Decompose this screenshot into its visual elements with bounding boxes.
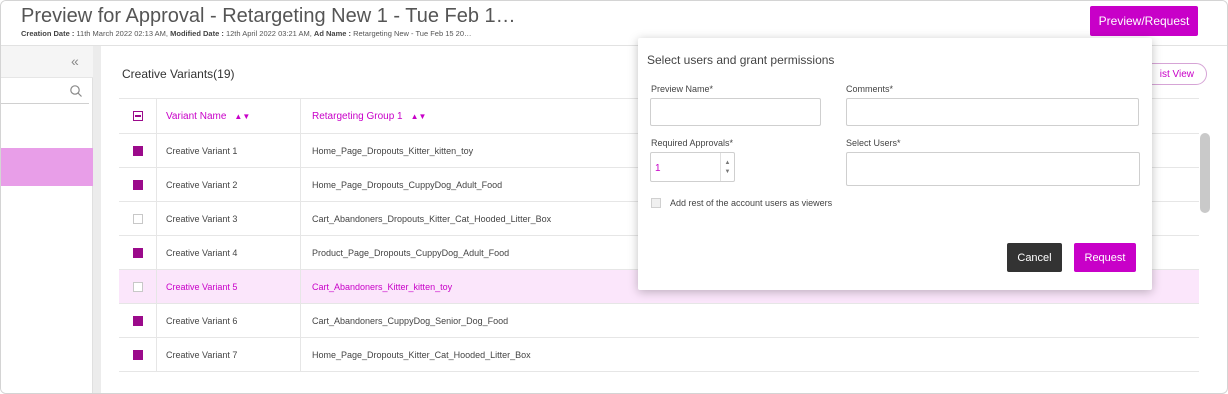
preview-name-field[interactable]: [650, 98, 821, 126]
column-header-retargeting-group-label: Retargeting Group 1: [312, 110, 403, 122]
modified-date-label: Modified Date :: [170, 29, 224, 38]
page-meta: Creation Date : 11th March 2022 02:13 AM…: [21, 29, 472, 38]
row-checkbox-cell: [119, 134, 157, 167]
required-approvals-stepper[interactable]: 1 ▲ ▼: [650, 152, 735, 182]
row-checkbox-cell: [119, 270, 157, 303]
variant-name-cell[interactable]: Creative Variant 2: [157, 168, 301, 201]
chevron-up-icon[interactable]: ▲: [725, 160, 731, 166]
retargeting-group-cell[interactable]: Home_Page_Dropouts_Kitter_Cat_Hooded_Lit…: [301, 338, 1199, 371]
table-row[interactable]: Creative Variant 6 Cart_Abandoners_CuppyD…: [119, 304, 1199, 338]
retargeting-group-cell[interactable]: Cart_Abandoners_CuppyDog_Senior_Dog_Food: [301, 304, 1199, 337]
modified-date-value: 12th April 2022 03:21 AM,: [223, 29, 314, 38]
row-checkbox-cell: [119, 202, 157, 235]
creation-date-value: 11th March 2022 02:13 AM,: [74, 29, 171, 38]
cancel-button[interactable]: Cancel: [1007, 243, 1062, 272]
creative-variants-title: Creative Variants(19): [122, 67, 235, 81]
stepper-arrows[interactable]: ▲ ▼: [720, 153, 734, 181]
preview-request-button[interactable]: Preview/Request: [1090, 6, 1198, 36]
request-button[interactable]: Request: [1074, 243, 1136, 272]
chevron-down-icon[interactable]: ▼: [725, 169, 731, 175]
grant-permissions-popup: Select users and grant permissions Previ…: [638, 38, 1152, 290]
table-row[interactable]: Creative Variant 7 Home_Page_Dropouts_Kit…: [119, 338, 1199, 372]
select-users-field[interactable]: [846, 152, 1140, 186]
search-icon[interactable]: [69, 84, 83, 98]
row-checkbox[interactable]: [132, 179, 143, 190]
splitter[interactable]: [93, 46, 101, 393]
comments-label: Comments*: [846, 84, 894, 94]
variant-name-cell[interactable]: Creative Variant 4: [157, 236, 301, 269]
sidebar-search-input[interactable]: [1, 82, 89, 104]
sidebar: «: [1, 46, 93, 393]
add-viewers-row[interactable]: Add rest of the account users as viewers: [651, 198, 832, 208]
page-title: Preview for Approval - Retargeting New 1…: [21, 5, 516, 27]
sort-icon[interactable]: ▲▼: [411, 112, 427, 121]
row-checkbox[interactable]: [132, 213, 143, 224]
row-checkbox[interactable]: [132, 349, 143, 360]
add-viewers-label: Add rest of the account users as viewers: [670, 198, 833, 208]
row-checkbox-cell: [119, 168, 157, 201]
variant-name-cell[interactable]: Creative Variant 3: [157, 202, 301, 235]
row-checkbox-cell: [119, 236, 157, 269]
row-checkbox-cell: [119, 338, 157, 371]
variant-name-cell[interactable]: Creative Variant 6: [157, 304, 301, 337]
row-checkbox-cell: [119, 304, 157, 337]
sidebar-item-selected[interactable]: [1, 148, 93, 186]
required-approvals-value[interactable]: 1: [655, 163, 661, 174]
column-header-variant-name-label: Variant Name: [166, 110, 227, 122]
double-chevron-left-icon[interactable]: «: [71, 53, 79, 69]
row-checkbox[interactable]: [132, 281, 143, 292]
required-approvals-label: Required Approvals*: [651, 138, 734, 148]
sort-icon[interactable]: ▲▼: [234, 112, 250, 121]
variant-name-cell[interactable]: Creative Variant 5: [157, 270, 301, 303]
column-header-variant-name[interactable]: Variant Name ▲▼: [157, 99, 301, 133]
select-users-label: Select Users*: [846, 138, 901, 148]
creation-date-label: Creation Date :: [21, 29, 75, 38]
row-checkbox[interactable]: [132, 315, 143, 326]
select-all-cell: [119, 99, 157, 133]
row-checkbox[interactable]: [132, 247, 143, 258]
comments-field[interactable]: [846, 98, 1139, 126]
sidebar-top-bar: «: [1, 46, 93, 78]
row-checkbox[interactable]: [132, 145, 143, 156]
ad-name-value: Retargeting New - Tue Feb 15 20…: [351, 29, 472, 38]
select-all-checkbox[interactable]: [132, 111, 143, 121]
app-window: Preview for Approval - Retargeting New 1…: [0, 0, 1228, 394]
add-viewers-checkbox[interactable]: [651, 198, 661, 208]
vertical-scrollbar[interactable]: [1200, 133, 1210, 213]
variant-name-cell[interactable]: Creative Variant 1: [157, 134, 301, 167]
ad-name-label: Ad Name :: [313, 29, 352, 38]
preview-name-label: Preview Name*: [651, 84, 714, 94]
variant-name-cell[interactable]: Creative Variant 7: [157, 338, 301, 371]
popup-title: Select users and grant permissions: [647, 53, 835, 67]
